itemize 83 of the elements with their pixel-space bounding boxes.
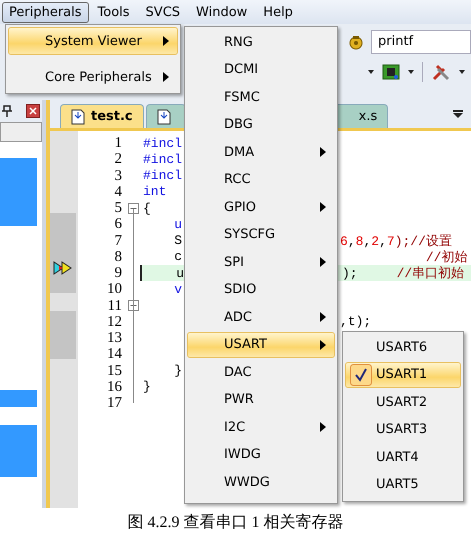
dropdown-caret-icon[interactable] (459, 70, 465, 74)
code-text: u (175, 266, 184, 281)
line-number: 8 (114, 248, 123, 265)
menu-bar-item[interactable]: Window (189, 2, 254, 22)
file-tab[interactable] (146, 104, 186, 128)
line-number: 15 (106, 362, 123, 379)
code-text: int (143, 184, 166, 200)
line-number: 2 (114, 151, 123, 168)
menu-item[interactable]: DAC (187, 359, 335, 386)
line-number: 7 (114, 232, 123, 249)
line-number: 9 (114, 265, 123, 282)
line-number: 10 (106, 281, 123, 298)
line-number: 5 (114, 200, 123, 216)
menu-item[interactable]: USART6 (345, 334, 461, 360)
menu-item[interactable]: RCC (187, 166, 335, 193)
menu-bar-item[interactable]: Help (256, 2, 300, 22)
menu-item[interactable]: DCMI (187, 56, 335, 83)
breakpoint-area (50, 311, 76, 359)
pin-icon[interactable] (2, 105, 12, 117)
file-icon (156, 108, 171, 124)
menu-item[interactable]: DBG (187, 112, 335, 138)
code-text: #incl (143, 168, 182, 184)
menu-item[interactable]: SYSCFG (187, 222, 335, 248)
code-text: v (173, 282, 182, 297)
line-number: 14 (106, 346, 123, 362)
line-number: 17 (106, 395, 123, 412)
menu-item[interactable]: ADC (187, 304, 335, 330)
menu-bar-item[interactable]: Tools (90, 2, 137, 22)
fold-icon[interactable] (128, 300, 138, 312)
code-text: { (143, 200, 151, 216)
current-line-arrow-icon (53, 261, 73, 275)
gear-icon[interactable] (347, 33, 365, 51)
menu-item[interactable]: USART1 (345, 362, 461, 388)
tools-icon[interactable] (431, 62, 451, 82)
line-number: 13 (106, 330, 123, 346)
code-text: #incl (143, 152, 182, 167)
menu-item[interactable]: USART2 (345, 389, 461, 416)
code-text: S (173, 233, 182, 248)
line-number: 1 (114, 135, 123, 152)
code-text: c (173, 249, 182, 264)
code-text: ); //串口初始 (342, 265, 464, 282)
dropdown-caret-icon[interactable] (453, 110, 463, 118)
panel-field[interactable] (0, 122, 42, 142)
menu-item[interactable]: GPIO (187, 194, 335, 220)
close-icon[interactable] (26, 104, 40, 118)
menu-item[interactable]: UART4 (345, 444, 461, 470)
menu-bar-item[interactable]: SVCS (138, 2, 188, 22)
file-icon (71, 108, 85, 124)
menu-item[interactable]: USART3 (345, 416, 461, 443)
menu-item[interactable]: Core Peripherals (8, 63, 178, 91)
menu-item[interactable]: DMA (187, 139, 335, 166)
menu-item[interactable]: PWR (187, 386, 335, 413)
menu-item[interactable]: WWDG (187, 469, 335, 496)
fold-icon[interactable] (128, 202, 138, 214)
menu-item[interactable]: RNG (187, 29, 335, 56)
search-field[interactable]: printf (371, 30, 471, 54)
code-text: u (173, 216, 182, 232)
menu-item[interactable]: SDIO (187, 276, 335, 303)
line-number: 6 (114, 216, 123, 232)
code-text: //初始 (424, 248, 468, 266)
dropdown-caret-icon[interactable] (368, 70, 374, 74)
code-text: ,t); (340, 314, 372, 330)
menu-item[interactable]: SPI (187, 249, 335, 276)
chip-icon[interactable] (382, 63, 400, 81)
code-text: } (143, 379, 151, 394)
line-number: 16 (106, 378, 123, 395)
code-text: } (173, 363, 182, 378)
line-number: 3 (114, 168, 123, 184)
menu-item[interactable]: FSMC (187, 84, 335, 110)
menu-item[interactable]: UART5 (345, 472, 461, 498)
menu-item[interactable]: System Viewer (8, 27, 178, 55)
dropdown-caret-icon[interactable] (408, 70, 414, 74)
line-number: 11 (106, 298, 123, 314)
line-number: 4 (114, 184, 123, 200)
menu-bar-item[interactable]: Peripherals (2, 2, 89, 22)
figure-caption: 图 4.2.9 查看串口 1 相关寄存器 (126, 512, 344, 533)
line-number: 12 (106, 314, 123, 330)
code-text: 6,8,2,7);//设置 (340, 232, 452, 250)
menu-item[interactable]: I2C (187, 414, 335, 440)
menu-item[interactable]: IWDG (187, 442, 335, 468)
code-text: #incl (143, 136, 182, 151)
file-tab[interactable]: test.c (60, 104, 144, 128)
menu-item[interactable]: USART (187, 332, 335, 358)
